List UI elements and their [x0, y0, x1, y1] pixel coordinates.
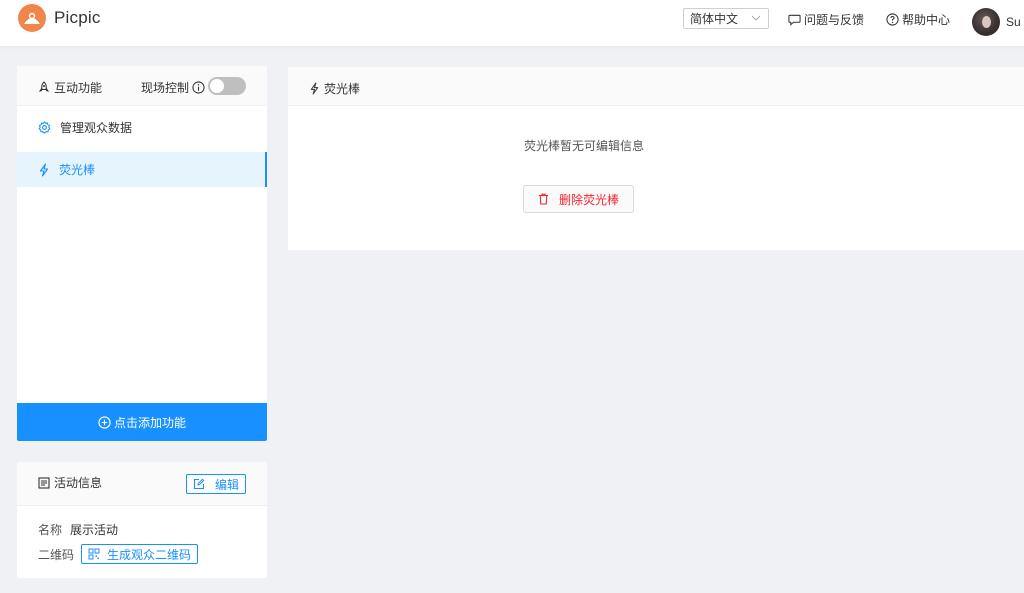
- live-control-text: 现场控制: [141, 81, 190, 95]
- feedback-link[interactable]: 问题与反馈: [788, 11, 864, 28]
- question-circle-icon: [886, 13, 899, 26]
- features-title-label: 互动功能: [54, 81, 103, 95]
- features-panel-header: 互动功能 现场控制: [17, 66, 267, 106]
- sidebar-item-label: 荧光棒: [59, 163, 96, 177]
- activity-info-title: 活动信息: [38, 474, 102, 491]
- no-editable-info-text: 荧光棒暂无可编辑信息: [524, 139, 645, 153]
- sidebar-item-glowstick[interactable]: 荧光棒: [17, 152, 267, 187]
- activity-info-panel: 活动信息 编辑 名称 展示活动 二维码 生成观众二维码: [17, 462, 267, 578]
- top-header: Picpic 简体中文 问题与反馈 帮助中心 Su: [0, 0, 1024, 46]
- edit-icon: [193, 478, 205, 490]
- add-feature-label: 点击添加功能: [113, 415, 186, 430]
- activity-name-label: 名称: [38, 523, 63, 537]
- glowstick-panel-title: 荧光棒: [309, 80, 360, 97]
- chevron-down-icon: [751, 15, 761, 21]
- rocket-icon: [38, 81, 50, 92]
- lightning-icon: [310, 82, 319, 95]
- avatar[interactable]: [972, 8, 1000, 36]
- plus-circle-icon: [98, 415, 111, 429]
- activity-info-header: 活动信息 编辑: [17, 462, 267, 506]
- comment-icon: [788, 14, 801, 26]
- live-control-toggle[interactable]: [208, 77, 246, 95]
- profile-icon: [38, 476, 50, 489]
- sidebar-item-audience-data[interactable]: 管理观众数据: [17, 110, 267, 145]
- features-title: 互动功能: [38, 79, 102, 96]
- help-center-label: 帮助中心: [902, 13, 951, 27]
- activity-info-title-label: 活动信息: [54, 476, 103, 490]
- gear-icon: [38, 121, 51, 134]
- sidebar-item-label: 管理观众数据: [60, 121, 133, 135]
- features-panel: 互动功能 现场控制 管理观众数据 荧光棒 点击添加功能: [17, 66, 267, 441]
- live-control-label: 现场控制: [141, 79, 205, 96]
- lightning-icon: [39, 162, 49, 177]
- glowstick-panel: 荧光棒 荧光棒暂无可编辑信息 删除荧光棒: [288, 67, 1024, 250]
- feedback-link-label: 问题与反馈: [804, 13, 865, 27]
- delete-glowstick-button[interactable]: 删除荧光棒: [523, 185, 634, 213]
- glowstick-panel-header: 荧光棒: [288, 67, 1024, 106]
- edit-button-label: 编辑: [214, 477, 239, 492]
- language-select[interactable]: 简体中文: [683, 8, 769, 29]
- edit-button[interactable]: 编辑: [186, 474, 246, 494]
- user-name[interactable]: Su: [1006, 15, 1021, 29]
- generate-qr-button[interactable]: 生成观众二维码: [81, 544, 199, 564]
- language-select-value: 简体中文: [690, 12, 739, 26]
- qr-label: 二维码: [38, 547, 75, 562]
- brand-name[interactable]: Picpic: [54, 8, 101, 28]
- qrcode-icon: [88, 548, 100, 560]
- add-feature-button[interactable]: 点击添加功能: [17, 403, 267, 441]
- glowstick-title-label: 荧光棒: [324, 82, 361, 96]
- activity-qr-row: 二维码 生成观众二维码: [38, 544, 199, 564]
- help-center-link[interactable]: 帮助中心: [886, 11, 950, 28]
- info-circle-icon[interactable]: [192, 81, 205, 94]
- trash-icon: [538, 193, 548, 205]
- toggle-knob: [210, 79, 224, 93]
- activity-name-row: 名称 展示活动: [38, 521, 118, 538]
- delete-glowstick-label: 删除荧光棒: [558, 192, 619, 207]
- activity-name-value: 展示活动: [70, 523, 119, 537]
- generate-qr-label: 生成观众二维码: [107, 547, 192, 562]
- picpic-logo-icon[interactable]: [18, 4, 46, 32]
